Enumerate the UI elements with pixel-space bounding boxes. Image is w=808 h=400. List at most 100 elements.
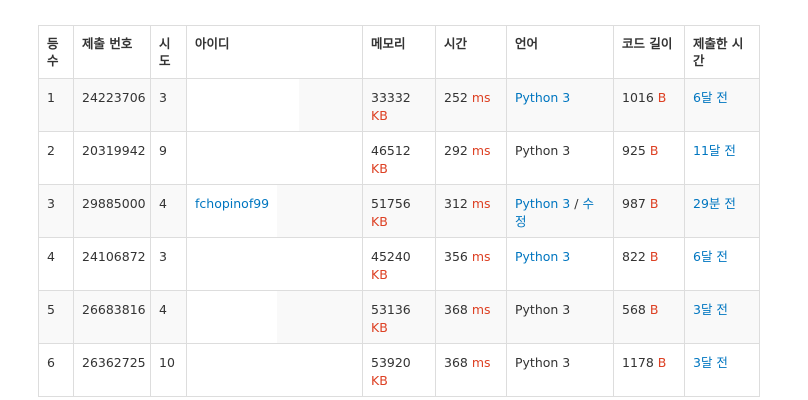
language-cell: Python 3 — [506, 237, 614, 291]
time-unit: ms — [471, 90, 491, 105]
code-length-value: 1178 — [622, 355, 654, 370]
code-length-cell: 822 B — [613, 237, 685, 291]
submit-no-value: 20319942 — [82, 143, 146, 158]
submitted-time-link[interactable]: 11달 전 — [693, 143, 736, 158]
submitted-time-cell: 6달 전 — [684, 78, 760, 132]
redaction-mask — [187, 238, 277, 290]
code-length-unit: B — [649, 196, 659, 211]
rank-value: 6 — [47, 355, 55, 370]
language-cell: Python 3 — [506, 343, 614, 397]
redaction-mask — [187, 132, 299, 184]
submit-no-cell: 26683816 — [73, 290, 151, 344]
time-unit: ms — [471, 355, 491, 370]
language-label: Python 3 — [515, 143, 571, 158]
user-cell: fchopinof99 — [186, 184, 363, 238]
tries-value: 10 — [159, 355, 175, 370]
memory-unit: KB — [371, 267, 388, 282]
header-tries: 시 도 — [150, 25, 187, 79]
memory-unit: KB — [371, 320, 388, 335]
header-submit-no: 제출 번호 — [73, 25, 151, 79]
language-cell: Python 3 / 수정 — [506, 184, 614, 238]
submitted-time-link[interactable]: 6달 전 — [693, 90, 728, 105]
table-row: 3 29885000 4 fchopinof99 51756 KB 312 ms Python… — [38, 184, 760, 238]
time-value: 368 — [444, 302, 468, 317]
language-label: Python 3 — [515, 302, 571, 317]
language-link[interactable]: Python 3 — [515, 90, 570, 105]
submitted-time-link[interactable]: 29분 전 — [693, 196, 736, 211]
header-language: 언어 — [506, 25, 614, 79]
table-row: 1 24223706 3 33332 KB 252 ms Python 3 1016 B 6달 … — [38, 78, 760, 132]
submitted-time-cell: 3달 전 — [684, 290, 760, 344]
time-cell: 368 ms — [435, 290, 507, 344]
time-value: 368 — [444, 355, 468, 370]
memory-cell: 53136 KB — [362, 290, 436, 344]
header-time: 시간 — [435, 25, 507, 79]
memory-value: 53920 — [371, 355, 411, 370]
user-cell — [186, 343, 363, 397]
rank-value: 5 — [47, 302, 55, 317]
memory-cell: 53920 KB — [362, 343, 436, 397]
submit-no-cell: 24106872 — [73, 237, 151, 291]
time-unit: ms — [471, 249, 491, 264]
rank-value: 2 — [47, 143, 55, 158]
rank-cell: 4 — [38, 237, 74, 291]
code-length-cell: 1016 B — [613, 78, 685, 132]
submitted-time-link[interactable]: 3달 전 — [693, 355, 728, 370]
submit-no-cell: 20319942 — [73, 131, 151, 185]
memory-cell: 45240 KB — [362, 237, 436, 291]
code-length-unit: B — [657, 90, 667, 105]
user-link[interactable]: fchopinof99 — [187, 185, 362, 213]
code-length-unit: B — [649, 302, 659, 317]
time-value: 252 — [444, 90, 468, 105]
tries-cell: 10 — [150, 343, 187, 397]
tries-cell: 9 — [150, 131, 187, 185]
language-label: Python 3 — [515, 355, 571, 370]
time-cell: 292 ms — [435, 131, 507, 185]
table-header-row: 등 수 제출 번호 시 도 아이디 메모리 시간 언어 코드 길이 제출한 시간 — [38, 25, 760, 79]
rank-cell: 5 — [38, 290, 74, 344]
memory-value: 46512 — [371, 143, 411, 158]
redaction-mask — [187, 291, 277, 343]
tries-cell: 4 — [150, 290, 187, 344]
memory-unit: KB — [371, 108, 388, 123]
code-length-cell: 987 B — [613, 184, 685, 238]
time-cell: 252 ms — [435, 78, 507, 132]
memory-unit: KB — [371, 373, 388, 388]
language-link[interactable]: Python 3 — [515, 249, 570, 264]
rank-value: 1 — [47, 90, 55, 105]
time-cell: 368 ms — [435, 343, 507, 397]
language-cell: Python 3 — [506, 78, 614, 132]
tries-value: 3 — [159, 249, 167, 264]
submitted-time-cell: 29분 전 — [684, 184, 760, 238]
submit-no-value: 29885000 — [82, 196, 146, 211]
header-code-length: 코드 길이 — [613, 25, 685, 79]
time-value: 292 — [444, 143, 468, 158]
user-cell — [186, 131, 363, 185]
language-separator: / — [574, 196, 579, 211]
submitted-time-link[interactable]: 3달 전 — [693, 302, 728, 317]
header-user: 아이디 — [186, 25, 363, 79]
code-length-value: 987 — [622, 196, 646, 211]
tries-cell: 4 — [150, 184, 187, 238]
tries-cell: 3 — [150, 78, 187, 132]
tries-value: 3 — [159, 90, 167, 105]
memory-value: 51756 — [371, 196, 411, 211]
code-length-cell: 1178 B — [613, 343, 685, 397]
code-length-value: 925 — [622, 143, 646, 158]
submit-no-cell: 26362725 — [73, 343, 151, 397]
rank-cell: 2 — [38, 131, 74, 185]
time-unit: ms — [471, 196, 491, 211]
table-row: 6 26362725 10 53920 KB 368 ms Python 3 1178 B 3달… — [38, 343, 760, 397]
submitted-time-link[interactable]: 6달 전 — [693, 249, 728, 264]
time-value: 356 — [444, 249, 468, 264]
memory-cell: 51756 KB — [362, 184, 436, 238]
redaction-mask — [187, 344, 277, 396]
code-length-cell: 925 B — [613, 131, 685, 185]
language-link[interactable]: Python 3 — [515, 196, 570, 211]
code-length-value: 568 — [622, 302, 646, 317]
code-length-unit: B — [649, 143, 659, 158]
code-length-value: 822 — [622, 249, 646, 264]
time-cell: 312 ms — [435, 184, 507, 238]
rank-value: 3 — [47, 196, 55, 211]
user-cell — [186, 290, 363, 344]
